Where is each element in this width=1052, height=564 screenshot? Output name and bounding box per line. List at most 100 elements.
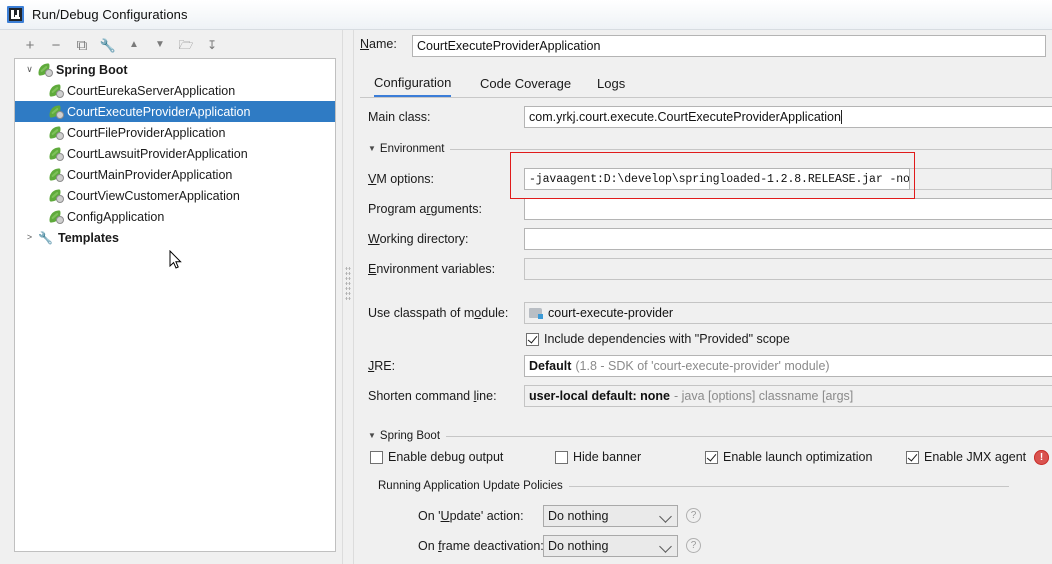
section-divider bbox=[446, 435, 1052, 437]
classpath-module-combo[interactable]: court-execute-provider bbox=[524, 302, 1052, 324]
jmx-agent-error-icon[interactable]: ! bbox=[1034, 450, 1049, 465]
vm-options-label: VM options: bbox=[368, 172, 435, 186]
working-directory-input[interactable] bbox=[524, 228, 1052, 250]
include-provided-scope-label: Include dependencies with "Provided" sco… bbox=[544, 332, 790, 346]
on-frame-deactivation-row: On frame deactivation: bbox=[418, 539, 544, 553]
copy-configuration-button[interactable]: ⧉ bbox=[69, 33, 95, 57]
environment-variables-label: Environment variables: bbox=[368, 262, 496, 276]
tree-item-court-execute-provider[interactable]: CourtExecuteProviderApplication bbox=[15, 101, 335, 122]
classpath-module-value: court-execute-provider bbox=[548, 306, 674, 320]
enable-launch-optimization-checkbox[interactable]: Enable launch optimization bbox=[705, 450, 872, 464]
tree-item-court-file-provider[interactable]: CourtFileProviderApplication bbox=[15, 122, 335, 143]
edit-templates-wrench-icon[interactable]: 🔧 bbox=[95, 33, 121, 57]
checkbox-box[interactable] bbox=[705, 450, 718, 464]
configuration-details-panel: Name: CourtExecuteProviderApplication Co… bbox=[355, 30, 1052, 564]
help-glyph: ? bbox=[690, 540, 697, 551]
tab-logs[interactable]: Logs bbox=[597, 70, 625, 97]
move-down-button[interactable]: ▼ bbox=[147, 33, 173, 57]
remove-configuration-button[interactable]: − bbox=[43, 33, 69, 57]
shorten-command-line-combo[interactable]: user-local default: none - java [options… bbox=[524, 385, 1052, 407]
tree-item-court-main-provider[interactable]: CourtMainProviderApplication bbox=[15, 164, 335, 185]
chevron-down-icon[interactable]: ∨ bbox=[21, 65, 38, 74]
jre-combo[interactable]: Default (1.8 - SDK of 'court-execute-pro… bbox=[524, 355, 1052, 377]
include-provided-scope-checkbox[interactable]: Include dependencies with "Provided" sco… bbox=[526, 332, 790, 346]
tab-label: Logs bbox=[597, 76, 626, 91]
title-bar: Run/Debug Configurations bbox=[0, 0, 1052, 30]
program-arguments-label: Program arguments: bbox=[368, 202, 482, 216]
enable-debug-output-label: Enable debug output bbox=[388, 450, 504, 464]
jre-value: Default bbox=[529, 359, 572, 373]
environment-variables-row: Environment variables: bbox=[368, 262, 495, 276]
splitter-grip[interactable] bbox=[345, 266, 351, 300]
enable-jmx-agent-checkbox[interactable]: Enable JMX agent bbox=[906, 450, 1026, 464]
tree-item-config-application[interactable]: ConfigApplication bbox=[15, 206, 335, 227]
name-input[interactable]: CourtExecuteProviderApplication bbox=[412, 35, 1046, 57]
on-update-action-dropdown[interactable]: Do nothing bbox=[543, 505, 678, 527]
vm-options-input[interactable]: -javaagent:D:\develop\springloaded-1.2.8… bbox=[524, 168, 910, 190]
on-update-action-row: On 'Update' action: bbox=[418, 509, 524, 523]
main-class-row: Main class: bbox=[368, 110, 431, 124]
checkbox-box[interactable] bbox=[906, 450, 919, 464]
add-configuration-button[interactable]: + bbox=[17, 33, 43, 57]
on-frame-deactivation-help-icon[interactable]: ? bbox=[686, 538, 701, 553]
tree-node-templates[interactable]: > 🔧 Templates bbox=[15, 227, 335, 248]
on-update-action-help-icon[interactable]: ? bbox=[686, 508, 701, 523]
tree-item-court-eureka-server[interactable]: CourtEurekaServerApplication bbox=[15, 80, 335, 101]
environment-section-header[interactable]: ▼ Environment bbox=[368, 143, 1052, 155]
spring-boot-section-header[interactable]: ▼ Spring Boot bbox=[368, 430, 1052, 442]
run-debug-configurations-dialog: Run/Debug Configurations + − ⧉ 🔧 ▲ ▼ 🗁 ↧… bbox=[0, 0, 1052, 564]
checkbox-box[interactable] bbox=[370, 450, 383, 464]
on-frame-deactivation-value: Do nothing bbox=[548, 539, 609, 553]
tab-configuration[interactable]: Configuration bbox=[374, 70, 452, 97]
jre-row: JRE: bbox=[368, 359, 395, 373]
enable-jmx-agent-label: Enable JMX agent bbox=[924, 450, 1027, 464]
environment-variables-input[interactable] bbox=[524, 258, 1052, 280]
spring-boot-icon bbox=[48, 146, 64, 161]
tab-label: Code Coverage bbox=[480, 76, 572, 91]
move-up-button[interactable]: ▲ bbox=[121, 33, 147, 57]
on-update-action-label: On 'Update' action: bbox=[418, 509, 524, 523]
module-icon bbox=[529, 307, 543, 319]
spring-boot-icon bbox=[48, 104, 64, 119]
tree-node-label: CourtLawsuitProviderApplication bbox=[67, 146, 248, 161]
main-class-input[interactable]: com.yrkj.court.execute.CourtExecuteProvi… bbox=[524, 106, 1052, 128]
program-arguments-input[interactable] bbox=[524, 198, 1052, 220]
name-row: Name: bbox=[360, 37, 412, 51]
enable-debug-output-checkbox[interactable]: Enable debug output bbox=[370, 450, 503, 464]
chevron-down-icon[interactable] bbox=[659, 510, 672, 523]
mouse-cursor bbox=[169, 250, 182, 269]
chevron-down-icon[interactable] bbox=[659, 540, 672, 553]
tree-node-spring-boot[interactable]: ∨ Spring Boot bbox=[15, 59, 335, 80]
chevron-right-icon[interactable]: > bbox=[21, 233, 38, 242]
new-folder-icon[interactable]: 🗁 bbox=[173, 33, 199, 57]
help-glyph: ? bbox=[690, 510, 697, 521]
shorten-command-line-value: user-local default: none bbox=[529, 389, 670, 403]
main-class-label: Main class: bbox=[368, 110, 431, 124]
spring-boot-icon bbox=[48, 188, 64, 203]
vm-options-row: VM options: bbox=[368, 172, 434, 186]
panel-splitter[interactable] bbox=[341, 30, 355, 564]
on-frame-deactivation-dropdown[interactable]: Do nothing bbox=[543, 535, 678, 557]
tree-node-label: Spring Boot bbox=[56, 62, 128, 77]
tree-item-court-view-customer[interactable]: CourtViewCustomerApplication bbox=[15, 185, 335, 206]
section-divider bbox=[568, 485, 1009, 487]
tree-node-label: CourtExecuteProviderApplication bbox=[67, 104, 251, 119]
sort-alphabetically-icon[interactable]: ↧ bbox=[199, 33, 225, 57]
collapse-arrow-down-icon[interactable]: ▼ bbox=[368, 145, 376, 153]
checkbox-box[interactable] bbox=[526, 332, 539, 346]
working-directory-label: Working directory: bbox=[368, 232, 469, 246]
vm-options-overflow bbox=[910, 168, 1052, 190]
checkbox-box[interactable] bbox=[555, 450, 568, 464]
tab-label: Configuration bbox=[374, 75, 452, 90]
classpath-module-row: Use classpath of module: bbox=[368, 306, 508, 320]
configuration-tabs: Configuration Code Coverage Logs bbox=[360, 70, 1052, 98]
tree-item-court-lawsuit-provider[interactable]: CourtLawsuitProviderApplication bbox=[15, 143, 335, 164]
hide-banner-checkbox[interactable]: Hide banner bbox=[555, 450, 641, 464]
spring-boot-icon bbox=[48, 83, 64, 98]
environment-section-label: Environment bbox=[379, 143, 445, 155]
tab-code-coverage[interactable]: Code Coverage bbox=[480, 70, 571, 97]
configurations-tree[interactable]: ∨ Spring Boot CourtEurekaServerApplicati… bbox=[14, 58, 336, 552]
collapse-arrow-down-icon[interactable]: ▼ bbox=[368, 432, 376, 440]
spring-boot-icon bbox=[48, 167, 64, 182]
text-caret bbox=[840, 110, 842, 124]
